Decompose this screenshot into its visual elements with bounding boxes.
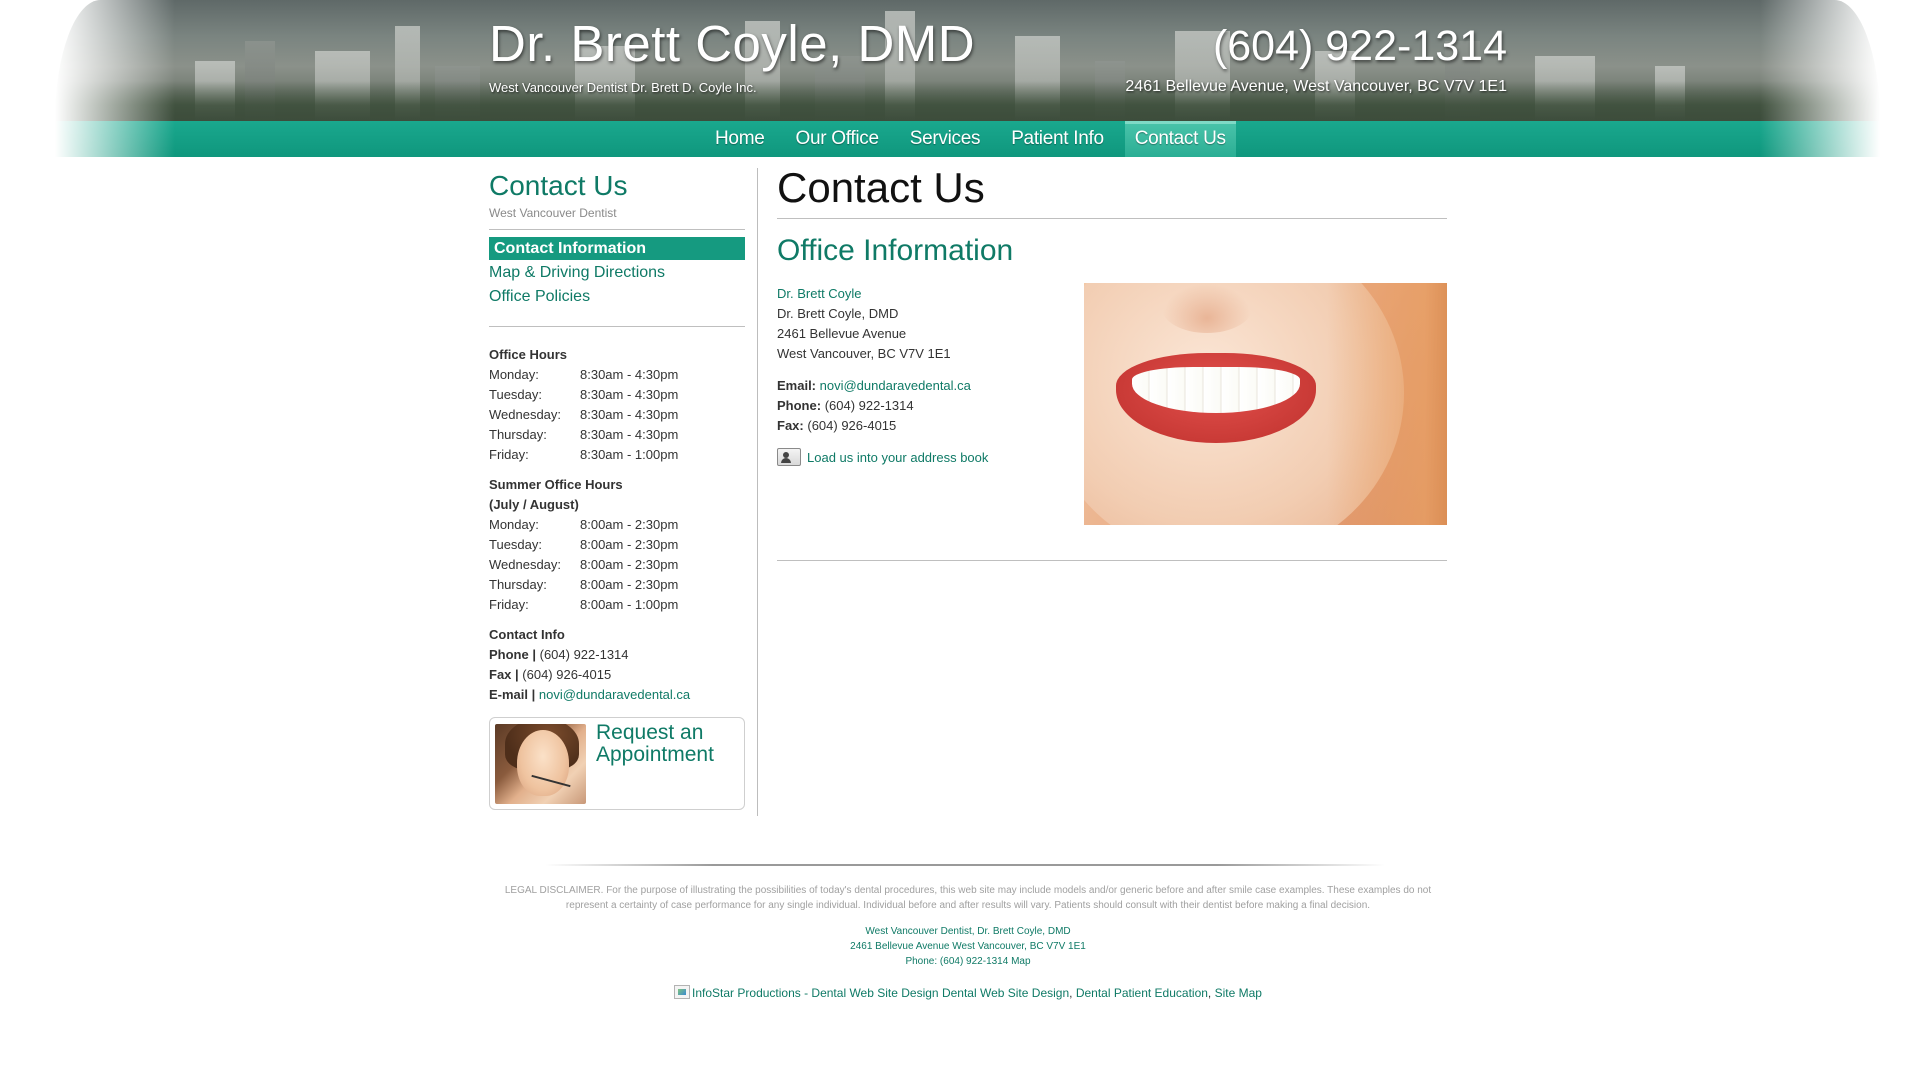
hours-row: Wednesday: 8:30am - 4:30pm (489, 407, 679, 422)
hours-row: Thursday: 8:00am - 2:30pm (489, 577, 679, 592)
address-line: West Vancouver, BC V7V 1E1 (777, 346, 951, 361)
site-title[interactable]: Dr. Brett Coyle, DMD (489, 14, 975, 73)
sidebar-subtitle: West Vancouver Dentist (489, 206, 617, 220)
header-phone: (604) 922-1314 (1212, 22, 1507, 70)
divider (489, 326, 745, 327)
nav-home[interactable]: Home (705, 121, 774, 157)
footer-link-patient-education[interactable]: Dental Patient Education (1076, 986, 1208, 1000)
nav-patient-info[interactable]: Patient Info (1001, 121, 1114, 157)
hours-row: Monday: 8:30am - 4:30pm (489, 367, 679, 382)
office-fax: Fax: (604) 926-4015 (777, 418, 897, 433)
footer-phone-line: Phone: (604) 922-1314 Map (905, 956, 1031, 967)
footer-info: West Vancouver Dentist, Dr. Brett Coyle,… (489, 924, 1447, 969)
footer-links: InfoStar Productions - Dental Web Site D… (489, 985, 1447, 1001)
vcard-link[interactable]: Load us into your address book (777, 448, 1077, 466)
hours-row: Tuesday: 8:30am - 4:30pm (489, 387, 679, 402)
sidebar-title: Contact Us (489, 170, 628, 201)
request-appointment-label: Request an Appointment (596, 721, 714, 766)
footer-link-web-design[interactable]: Dental Web Site Design (942, 986, 1069, 1000)
divider (489, 229, 745, 230)
legal-disclaimer: LEGAL DISCLAIMER. For the purpose of ill… (504, 885, 1432, 911)
office-info: Dr. Brett Coyle Dr. Brett Coyle, DMD 246… (777, 284, 1077, 466)
address-line: Dr. Brett Coyle, DMD (777, 306, 899, 321)
contact-email: E-mail | novi@dundaravedental.ca (489, 687, 691, 702)
nav-services[interactable]: Services (900, 121, 990, 157)
sidebar-item-office-policies[interactable]: Office Policies (489, 285, 745, 309)
header-address: 2461 Bellevue Avenue, West Vancouver, BC… (1125, 78, 1507, 95)
summer-hours-subheading: (July / August) (489, 497, 579, 512)
hours-row: Friday: 8:30am - 1:00pm (489, 447, 679, 462)
footer-map-link[interactable]: Map (1011, 956, 1030, 967)
address-line: 2461 Bellevue Avenue (777, 326, 907, 341)
office-email-link[interactable]: novi@dundaravedental.ca (820, 378, 971, 393)
page-title: Contact Us (777, 164, 985, 211)
sidebar-email-link[interactable]: novi@dundaravedental.ca (539, 687, 690, 702)
divider (777, 560, 1447, 561)
hours-row: Thursday: 8:30am - 4:30pm (489, 427, 679, 442)
request-appointment-button[interactable]: Request an Appointment (489, 717, 745, 810)
footer-divider (545, 864, 1385, 866)
section-title: Office Information (777, 234, 1014, 267)
nav-contact-us[interactable]: Contact Us (1124, 121, 1236, 157)
divider (777, 218, 1447, 219)
hours-row: Tuesday: 8:00am - 2:30pm (489, 537, 679, 552)
doctor-name: Dr. Brett Coyle (777, 286, 862, 301)
infostar-logo-link[interactable]: InfoStar Productions - Dental Web Site D… (692, 986, 939, 1000)
smile-photo (1084, 283, 1447, 525)
sidebar-item-contact-information[interactable]: Contact Information (489, 237, 745, 260)
contact-fax: Fax | (604) 926-4015 (489, 667, 612, 682)
hours-row: Monday: 8:00am - 2:30pm (489, 517, 679, 532)
office-hours-heading: Office Hours (489, 347, 568, 362)
site-tagline: West Vancouver Dentist Dr. Brett D. Coyl… (489, 80, 757, 95)
footer-link-site-map[interactable]: Site Map (1215, 986, 1262, 1000)
contact-phone: Phone | (604) 922-1314 (489, 647, 629, 662)
footer-info-line: West Vancouver Dentist, Dr. Brett Coyle,… (865, 926, 1071, 937)
hours-row: Friday: 8:00am - 1:00pm (489, 597, 679, 612)
vcard-label: Load us into your address book (807, 449, 989, 465)
main-content: Contact Us Office Information Dr. Brett … (777, 164, 1447, 561)
hours-row: Wednesday: 8:00am - 2:30pm (489, 557, 679, 572)
main-nav: Home Our Office Services Patient Info Co… (55, 121, 1880, 157)
summer-hours-heading: Summer Office Hours (489, 477, 623, 492)
nav-our-office[interactable]: Our Office (785, 121, 888, 157)
column-divider (757, 168, 758, 816)
sidebar-item-map-directions[interactable]: Map & Driving Directions (489, 261, 745, 285)
footer-info-line: 2461 Bellevue Avenue West Vancouver, BC … (850, 941, 1086, 952)
office-email: Email: novi@dundaravedental.ca (777, 378, 971, 393)
receptionist-photo (495, 724, 586, 804)
contact-info-heading: Contact Info (489, 627, 565, 642)
office-phone: Phone: (604) 922-1314 (777, 398, 914, 413)
address-book-icon (777, 448, 801, 466)
infostar-logo-icon (674, 985, 691, 999)
sidebar: Contact Us West Vancouver Dentist Contac… (489, 168, 745, 810)
